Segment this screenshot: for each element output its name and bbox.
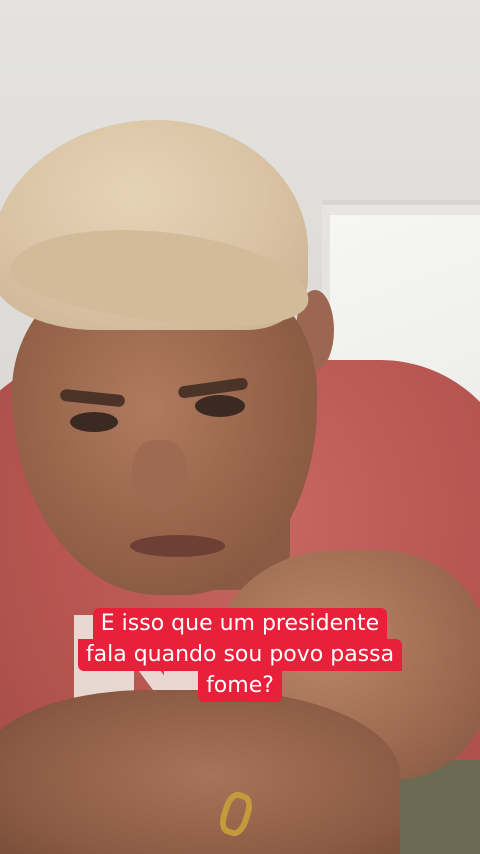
mouth [130,535,225,557]
caption-line-1: E isso que um presidente [92,608,388,640]
caption-line-2: fala quando sou povo passa [77,639,403,671]
foreground-hand [0,690,400,854]
video-frame: NEW YO [0,0,480,854]
right-eye [195,395,245,417]
nose [132,440,187,512]
caption-overlay: E isso que um presidente fala quando sou… [0,608,480,702]
caption-line-3: fome? [198,670,282,702]
left-eye [70,412,118,432]
